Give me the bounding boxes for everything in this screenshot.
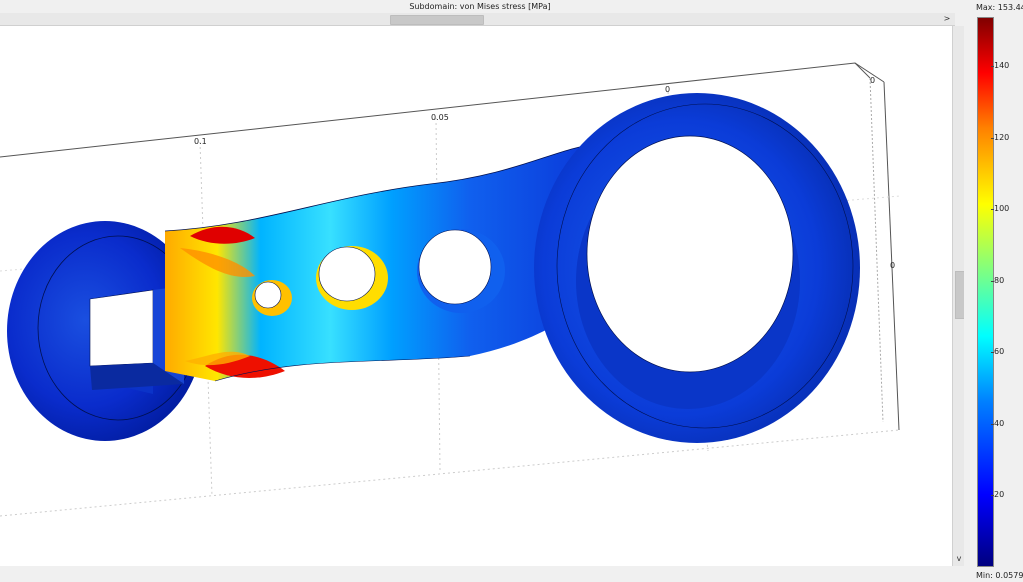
colorbar-tick: 40 bbox=[990, 419, 1005, 428]
colorbar-tick: 100 bbox=[990, 204, 1010, 213]
right-ring bbox=[534, 93, 860, 443]
colorbar-tick: 20 bbox=[990, 490, 1005, 499]
stress-plot: 0.1 0.05 0 0 0 bbox=[0, 62, 901, 517]
colorbar-tick: 80 bbox=[990, 276, 1005, 285]
horizontal-scrollbar[interactable]: > bbox=[0, 13, 955, 26]
status-strip bbox=[0, 566, 964, 582]
colorbar-min-label: Min: 0.0579 bbox=[976, 571, 1023, 580]
colorbar-tick: 120 bbox=[990, 133, 1010, 142]
plot-viewport[interactable]: 0.1 0.05 0 0 0 bbox=[0, 26, 952, 566]
colorbar-tick: 60 bbox=[990, 347, 1005, 356]
right-tick-label: 0 bbox=[890, 261, 895, 270]
scroll-right-arrow-icon[interactable]: > bbox=[942, 13, 952, 25]
horizontal-scroll-thumb[interactable] bbox=[390, 15, 484, 25]
colorbar-legend: Max: 153.444 20 40 60 80 100 120 140 Min… bbox=[964, 0, 1023, 582]
x-tick-label: 0 bbox=[665, 85, 670, 94]
right-tick-label: 0 bbox=[870, 76, 875, 85]
colorbar-gradient bbox=[977, 17, 994, 567]
plot-title: Subdomain: von Mises stress [MPa] bbox=[409, 2, 551, 11]
colorbar-tick: 140 bbox=[990, 61, 1010, 70]
x-tick-label: 0.05 bbox=[431, 113, 449, 122]
x-tick-label: 0.1 bbox=[194, 137, 207, 146]
colorbar-max-label: Max: 153.444 bbox=[976, 3, 1023, 12]
